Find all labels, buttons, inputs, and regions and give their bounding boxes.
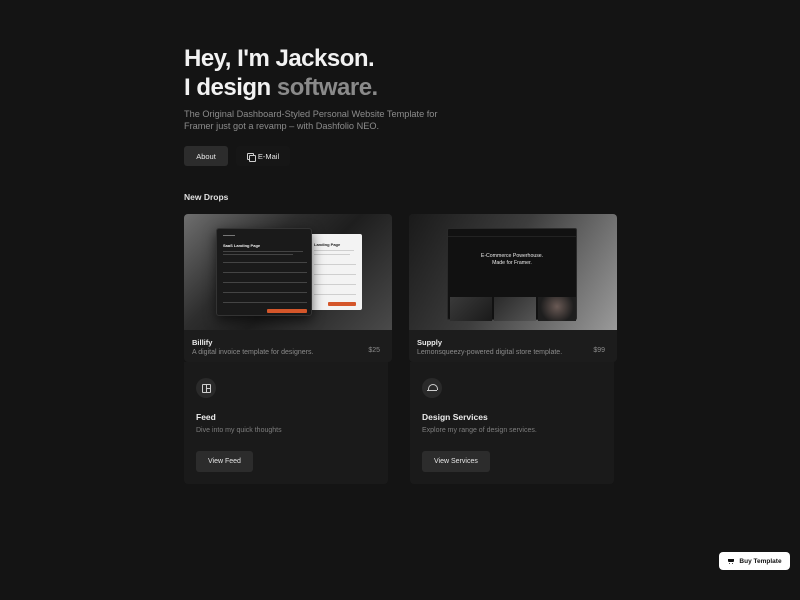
panel-description: Dive into my quick thoughts (196, 427, 282, 434)
drop-card-description: Lemonsqueezy-powered digital store templ… (417, 349, 563, 356)
drop-card-billify[interactable]: Landing Page SaaS Landing Page Billify A… (184, 214, 392, 362)
preview-window: E-Commerce Powerhouse. Made for Framer. (447, 228, 577, 321)
preview-heading: E-Commerce Powerhouse. Made for Framer. (480, 253, 544, 266)
hero-line-2-a: I design (184, 74, 277, 101)
dome-icon (422, 378, 442, 398)
hero-line-2-b: software. (276, 74, 378, 101)
email-button[interactable]: E-Mail (236, 146, 290, 166)
drop-card-price: $25 (368, 347, 380, 354)
preview-window-dark: SaaS Landing Page (216, 228, 312, 316)
panel-description: Explore my range of design services. (422, 427, 537, 434)
drop-card-supply[interactable]: E-Commerce Powerhouse. Made for Framer. … (409, 214, 617, 362)
hero-line-1: Hey, I'm Jackson. (184, 45, 375, 72)
buy-template-button[interactable]: Buy Template (719, 552, 790, 570)
drop-card-preview: E-Commerce Powerhouse. Made for Framer. (409, 214, 617, 330)
preview-heading: SaaS Landing Page (223, 243, 261, 248)
drop-card-title: Supply (417, 338, 443, 347)
hero-title: Hey, I'm Jackson. I design software. (184, 44, 378, 102)
drop-card-price: $99 (593, 347, 605, 354)
new-drops-title: New Drops (184, 192, 229, 202)
preview-heading-light: Landing Page (314, 242, 341, 247)
drop-card-description: A digital invoice template for designers… (192, 349, 314, 356)
about-button[interactable]: About (184, 146, 228, 166)
drop-card-preview: Landing Page SaaS Landing Page (184, 214, 392, 330)
preview-image (450, 297, 492, 321)
preview-image (538, 297, 576, 321)
view-feed-button[interactable]: View Feed (196, 451, 253, 472)
preview-image (494, 297, 536, 321)
email-button-label: E-Mail (257, 151, 280, 161)
feed-panel: Feed Dive into my quick thoughts View Fe… (184, 362, 388, 484)
cart-icon (727, 558, 735, 565)
design-services-panel: Design Services Explore my range of desi… (410, 362, 614, 484)
buy-template-label: Buy Template (739, 557, 782, 565)
drop-card-title: Billify (192, 338, 213, 347)
preview-window-light: Landing Page (308, 234, 362, 310)
panel-title: Feed (196, 412, 216, 422)
hero-intro: The Original Dashboard-Styled Personal W… (184, 109, 438, 131)
panel-title: Design Services (422, 412, 488, 422)
layout-icon (196, 378, 216, 398)
hero-line-2: I design software. (184, 73, 378, 102)
view-services-button[interactable]: View Services (422, 451, 490, 472)
copy-icon (246, 152, 256, 162)
